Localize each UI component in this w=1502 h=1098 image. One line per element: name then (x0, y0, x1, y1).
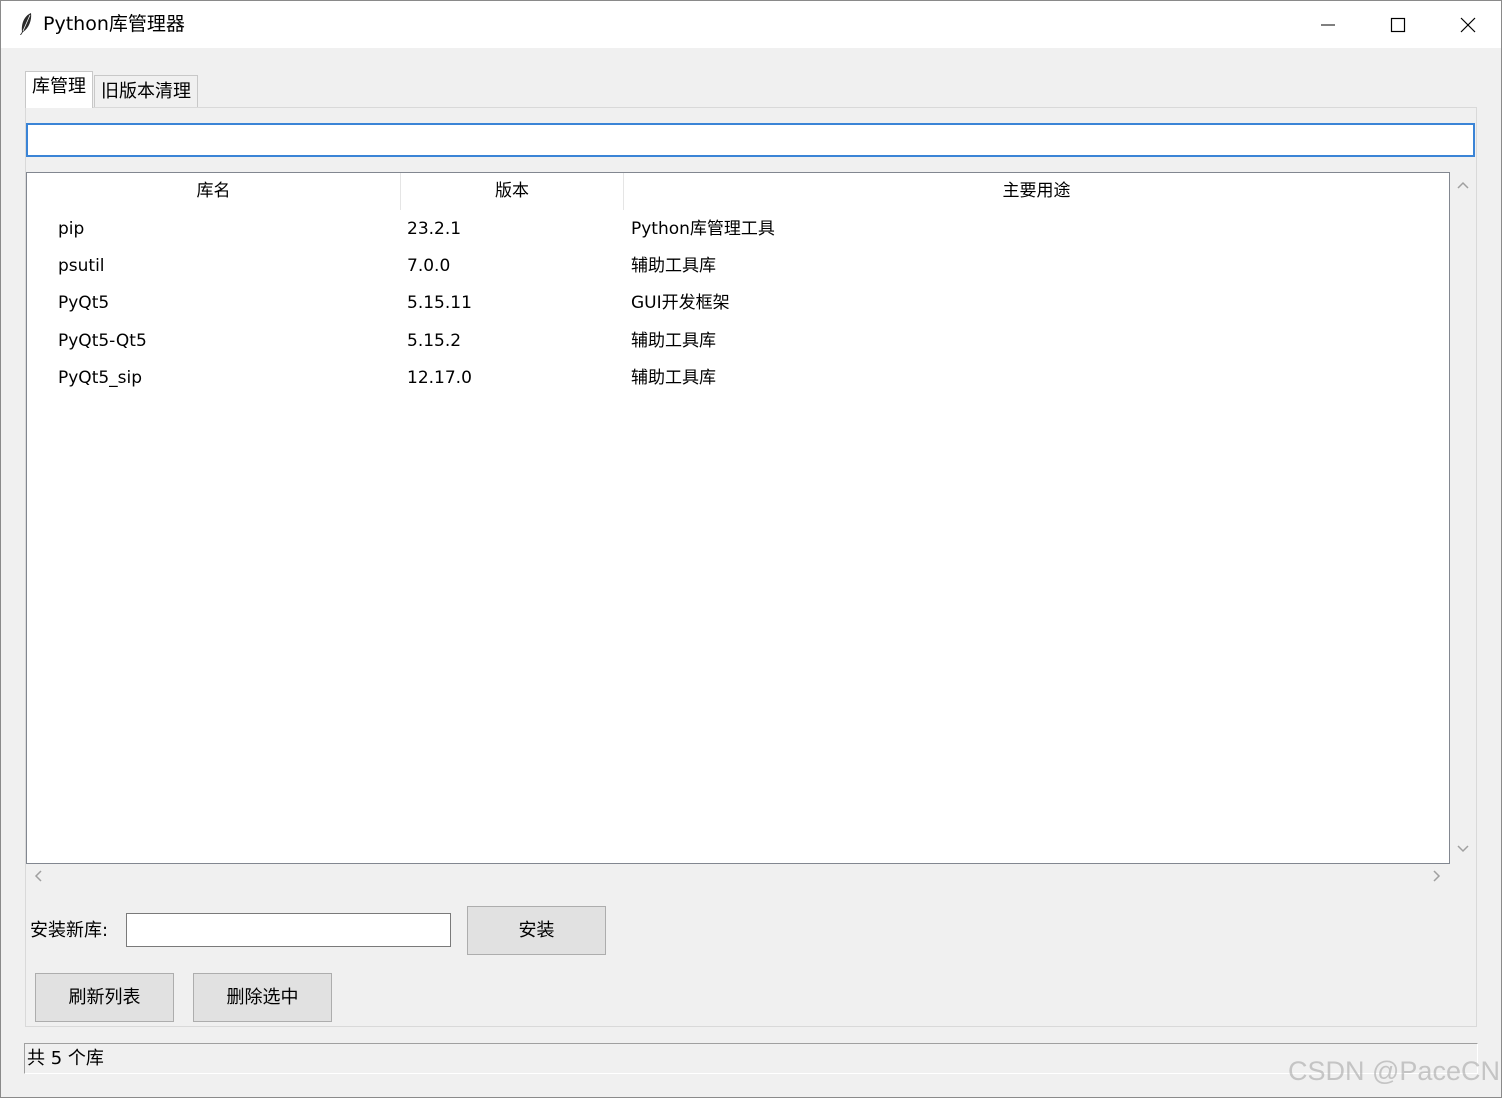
delete-selected-button[interactable]: 删除选中 (193, 973, 332, 1022)
cell-version: 23.2.1 (407, 219, 462, 239)
column-header-version[interactable]: 版本 (401, 173, 624, 210)
close-button[interactable] (1433, 1, 1502, 48)
cell-name: PyQt5-Qt5 (58, 331, 147, 351)
tab-old-version-cleanup[interactable]: 旧版本清理 (94, 75, 198, 107)
title-bar[interactable]: Python库管理器 (1, 1, 1501, 48)
horizontal-scrollbar[interactable] (26, 865, 1450, 889)
cell-purpose: 辅助工具库 (631, 256, 716, 276)
cell-name: pip (58, 219, 85, 239)
cell-purpose: 辅助工具库 (631, 331, 716, 351)
column-header-name[interactable]: 库名 (27, 173, 401, 210)
cell-purpose: Python库管理工具 (631, 219, 775, 239)
table-row[interactable]: PyQt5_sip 12.17.0 辅助工具库 (27, 360, 1449, 397)
column-header-purpose[interactable]: 主要用途 (624, 173, 1449, 210)
vertical-scrollbar[interactable] (1451, 172, 1475, 864)
table-row[interactable]: pip 23.2.1 Python库管理工具 (27, 211, 1449, 248)
table-header: 库名 版本 主要用途 (27, 173, 1449, 210)
status-bar: 共 5 个库 (24, 1043, 1478, 1074)
cell-version: 7.0.0 (407, 256, 451, 276)
install-label: 安装新库: (30, 920, 109, 941)
cell-version: 5.15.2 (407, 331, 462, 351)
search-input[interactable] (26, 123, 1475, 157)
library-table[interactable]: 库名 版本 主要用途 pip 23.2.1 Python库管理工具 psutil… (26, 172, 1450, 864)
minimize-icon (1321, 24, 1335, 25)
table-row[interactable]: PyQt5-Qt5 5.15.2 辅助工具库 (27, 323, 1449, 360)
cell-version: 5.15.11 (407, 293, 472, 313)
cell-version: 12.17.0 (407, 368, 472, 388)
scroll-left-icon[interactable] (33, 870, 43, 882)
refresh-list-button[interactable]: 刷新列表 (35, 973, 174, 1022)
feather-icon (20, 13, 32, 35)
scroll-down-icon[interactable] (1457, 844, 1469, 854)
maximize-button[interactable] (1363, 1, 1433, 48)
table-row[interactable]: psutil 7.0.0 辅助工具库 (27, 248, 1449, 285)
cell-name: psutil (58, 256, 105, 276)
table-row[interactable]: PyQt5 5.15.11 GUI开发框架 (27, 285, 1449, 322)
scroll-right-icon[interactable] (1432, 870, 1442, 882)
cell-purpose: GUI开发框架 (631, 293, 730, 313)
tab-library-management[interactable]: 库管理 (25, 71, 93, 108)
install-package-input[interactable] (126, 913, 451, 947)
install-button[interactable]: 安装 (467, 906, 606, 955)
watermark: CSDN @PaceCN (1288, 1056, 1500, 1086)
scroll-up-icon[interactable] (1457, 180, 1469, 190)
window-title: Python库管理器 (43, 13, 185, 35)
cell-purpose: 辅助工具库 (631, 368, 716, 388)
app-window: Python库管理器 库管理 旧版本清理 库名 版本 主要用途 pip 23.2… (0, 0, 1502, 1098)
minimize-button[interactable] (1293, 1, 1363, 48)
close-icon (1460, 17, 1476, 32)
maximize-icon (1390, 17, 1406, 32)
cell-name: PyQt5_sip (58, 368, 143, 388)
cell-name: PyQt5 (58, 293, 110, 313)
